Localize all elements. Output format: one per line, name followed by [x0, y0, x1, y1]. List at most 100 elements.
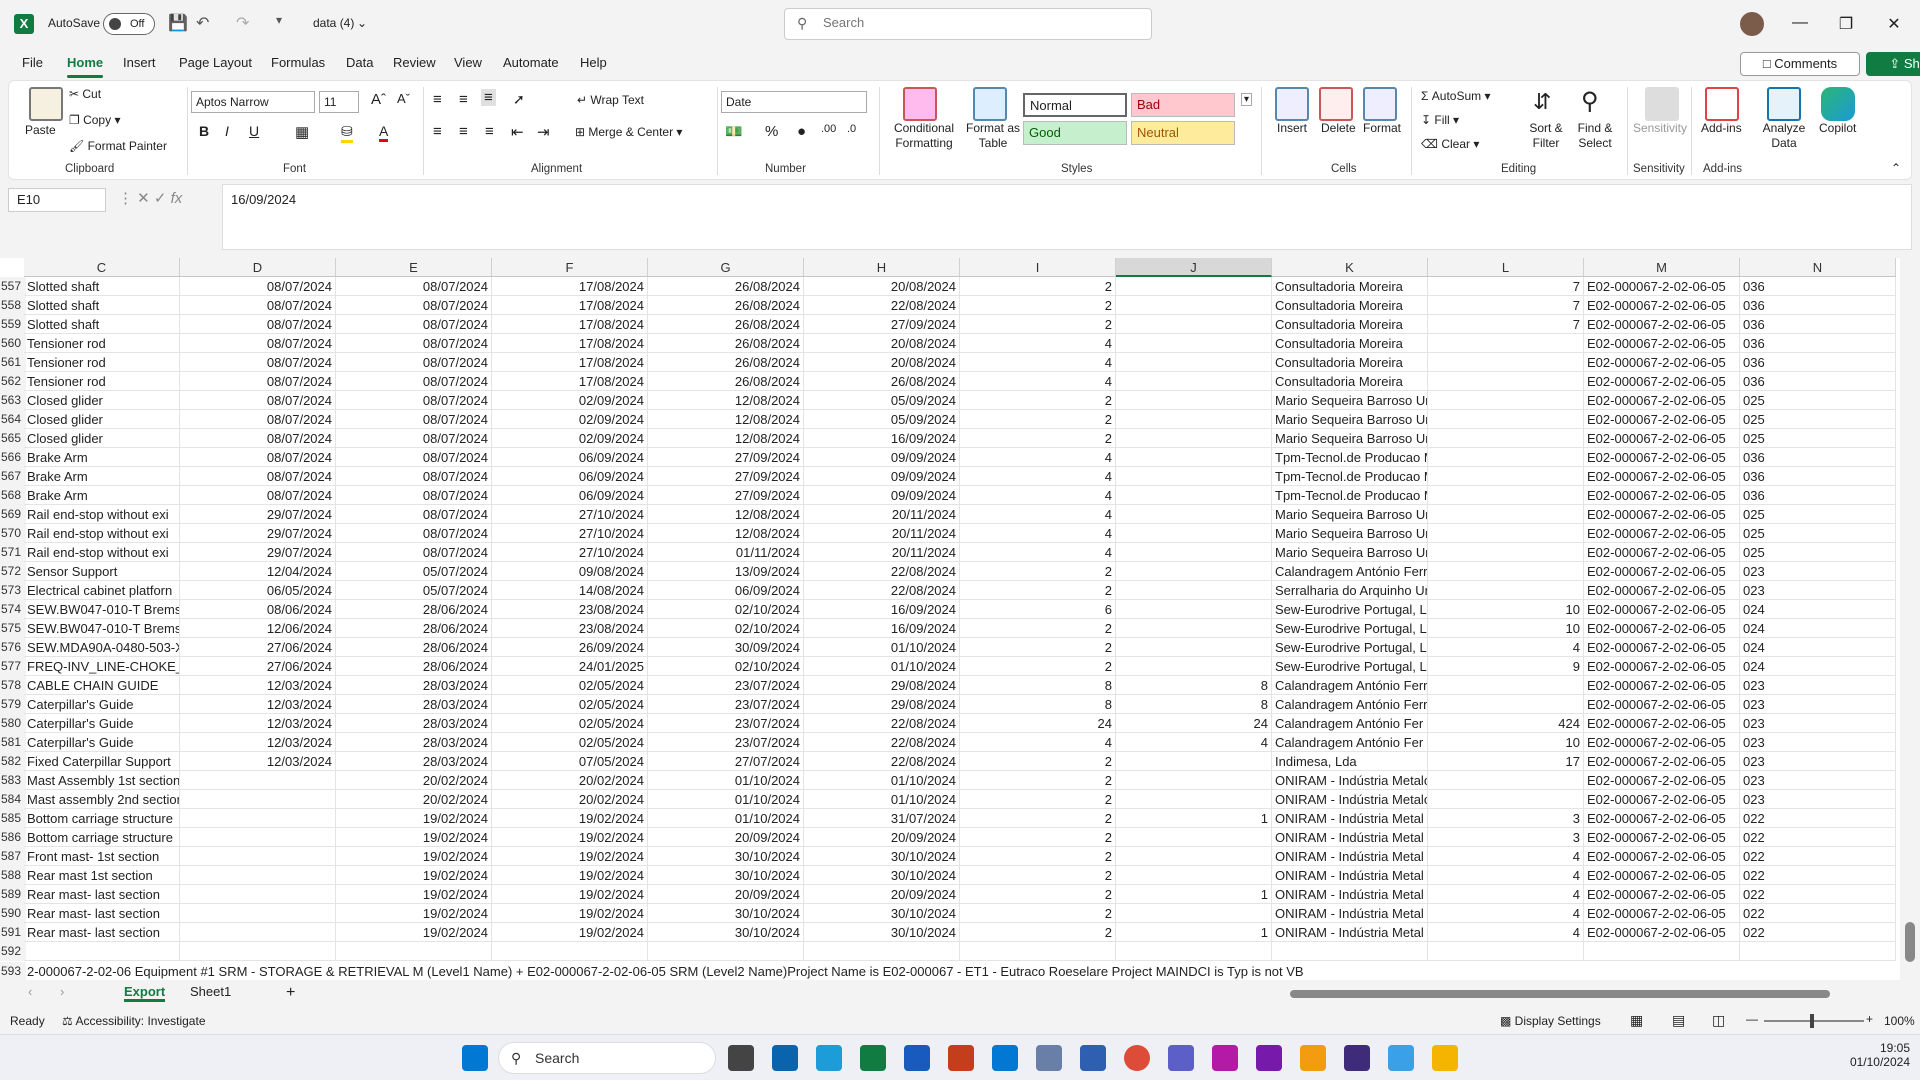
task-view-icon[interactable]	[728, 1045, 754, 1071]
table-cell[interactable]	[180, 771, 336, 790]
fill-color-icon[interactable]: ⛁	[341, 123, 353, 143]
table-cell[interactable]: 20/11/2024	[804, 524, 960, 543]
table-cell[interactable]	[1116, 619, 1272, 638]
table-cell[interactable]: 27/09/2024	[648, 486, 804, 505]
table-cell[interactable]: 28/03/2024	[336, 714, 492, 733]
table-cell[interactable]: E02-000067-2-02-06-05	[1584, 410, 1740, 429]
table-cell[interactable]: Rear mast- last section	[24, 923, 180, 942]
normal-view-icon[interactable]: ▦	[1630, 1012, 1643, 1029]
borders-icon[interactable]: ▦	[295, 123, 309, 141]
table-cell[interactable]	[1116, 866, 1272, 885]
table-cell[interactable]: Caterpillar's Guide	[24, 714, 180, 733]
table-cell[interactable]: 22/08/2024	[804, 752, 960, 771]
table-cell[interactable]: 19/02/2024	[336, 847, 492, 866]
table-cell[interactable]: SEW.BW047-010-T Bremsv	[24, 619, 180, 638]
table-cell[interactable]: ONIRAM - Indústria Metalomecânica	[1272, 790, 1428, 809]
column-header[interactable]: F	[492, 258, 648, 277]
table-cell[interactable]: 20/09/2024	[648, 885, 804, 904]
table-cell[interactable]: E02-000067-2-02-06-05	[1584, 790, 1740, 809]
table-cell[interactable]: 08/07/2024	[180, 296, 336, 315]
table-cell[interactable]	[180, 904, 336, 923]
table-cell[interactable]: Calandragem António Ferreira Rib.,	[1272, 562, 1428, 581]
app-icon[interactable]	[992, 1045, 1018, 1071]
app-icon[interactable]	[1036, 1045, 1062, 1071]
row-header[interactable]: 562	[0, 372, 26, 391]
table-cell[interactable]: Tensioner rod	[24, 372, 180, 391]
table-cell[interactable]: 08/07/2024	[180, 372, 336, 391]
table-cell[interactable]: Calandragem António Ferreira Rib.,	[1272, 676, 1428, 695]
search-box[interactable]: ⚲	[784, 8, 1152, 40]
clear-button[interactable]: ⌫ Clear ▾	[1421, 137, 1479, 151]
word-icon[interactable]	[904, 1045, 930, 1071]
column-header[interactable]: K	[1272, 258, 1428, 277]
copy-button[interactable]: ❐ Copy ▾	[69, 113, 120, 127]
table-cell[interactable]	[1116, 771, 1272, 790]
table-cell[interactable]: 02/05/2024	[492, 714, 648, 733]
table-cell[interactable]: 4	[960, 448, 1116, 467]
excel-icon[interactable]	[860, 1045, 886, 1071]
table-cell[interactable]: Indimesa, Lda	[1272, 752, 1428, 771]
restore-icon[interactable]: ❐	[1836, 14, 1856, 34]
table-cell[interactable]	[180, 923, 336, 942]
footer-row-text[interactable]: 2-000067-2-02-06 Equipment #1 SRM - STOR…	[24, 962, 1900, 981]
table-cell[interactable]: 28/03/2024	[336, 733, 492, 752]
table-cell[interactable]: Sew-Eurodrive Portugal, L	[1272, 619, 1428, 638]
zoom-level[interactable]: 100%	[1884, 1014, 1915, 1028]
analyze-data-icon[interactable]	[1767, 87, 1801, 121]
table-cell[interactable]: 06/09/2024	[492, 448, 648, 467]
app-icon[interactable]	[1344, 1045, 1370, 1071]
decrease-decimal-icon[interactable]: .0	[847, 123, 856, 135]
table-cell[interactable]: E02-000067-2-02-06-05	[1584, 676, 1740, 695]
table-cell[interactable]: 022	[1740, 885, 1896, 904]
copilot-button[interactable]: Copilot	[1819, 121, 1856, 135]
table-cell[interactable]	[1428, 334, 1584, 353]
vertical-scrollbar[interactable]	[1900, 258, 1920, 980]
tab-view[interactable]: View	[454, 55, 482, 70]
table-cell[interactable]: SEW.BW047-010-T Bremsv	[24, 600, 180, 619]
font-size-select[interactable]: 11	[319, 91, 359, 113]
horizontal-scrollbar[interactable]	[1170, 990, 1890, 1000]
table-cell[interactable]: 17/08/2024	[492, 353, 648, 372]
table-cell[interactable]	[180, 809, 336, 828]
table-cell[interactable]: 2	[960, 315, 1116, 334]
comma-style-icon[interactable]: ●	[797, 123, 806, 140]
table-cell[interactable]: 023	[1740, 714, 1896, 733]
table-cell[interactable]: 2	[960, 752, 1116, 771]
table-cell[interactable]: 2	[960, 277, 1116, 296]
table-cell[interactable]: 26/08/2024	[804, 372, 960, 391]
accessibility-button[interactable]: ⚖ Accessibility: Investigate	[62, 1014, 206, 1028]
row-header[interactable]: 586	[0, 828, 26, 847]
table-cell[interactable]: 17/08/2024	[492, 296, 648, 315]
table-cell[interactable]	[1116, 505, 1272, 524]
table-cell[interactable]: ONIRAM - Indústria Metal	[1272, 809, 1428, 828]
table-cell[interactable]: 19/02/2024	[336, 904, 492, 923]
table-cell[interactable]: 023	[1740, 562, 1896, 581]
table-cell[interactable]: 16/09/2024	[804, 619, 960, 638]
table-cell[interactable]: 4	[960, 543, 1116, 562]
table-cell[interactable]: 10	[1428, 600, 1584, 619]
autosave-toggle[interactable]: Off	[103, 13, 155, 35]
find-icon[interactable]: ⚲	[1581, 87, 1599, 116]
table-cell[interactable]: Mario Sequeira Barroso Unip., Lda	[1272, 410, 1428, 429]
table-cell[interactable]: 4	[1428, 847, 1584, 866]
table-cell[interactable]: 27/09/2024	[648, 467, 804, 486]
style-bad[interactable]: Bad	[1131, 93, 1235, 117]
table-cell[interactable]: 7	[1428, 315, 1584, 334]
table-cell[interactable]: Rear mast- last section	[24, 904, 180, 923]
table-cell[interactable]: Caterpillar's Guide	[24, 733, 180, 752]
table-cell[interactable]: 22/08/2024	[804, 714, 960, 733]
table-cell[interactable]: E02-000067-2-02-06-05	[1584, 809, 1740, 828]
row-header[interactable]: 589	[0, 885, 26, 904]
style-neutral[interactable]: Neutral	[1131, 121, 1235, 145]
table-cell[interactable]: Calandragem António Fer	[1272, 714, 1428, 733]
table-cell[interactable]	[1428, 695, 1584, 714]
table-cell[interactable]: 024	[1740, 638, 1896, 657]
table-cell[interactable]: 036	[1740, 334, 1896, 353]
table-cell[interactable]: 036	[1740, 467, 1896, 486]
row-header[interactable]: 582	[0, 752, 26, 771]
table-cell[interactable]: E02-000067-2-02-06-05	[1584, 866, 1740, 885]
table-cell[interactable]: 20/02/2024	[336, 771, 492, 790]
table-cell[interactable]	[180, 790, 336, 809]
table-cell[interactable]: ONIRAM - Indústria Metal	[1272, 904, 1428, 923]
currency-icon[interactable]: 💵	[725, 123, 742, 140]
